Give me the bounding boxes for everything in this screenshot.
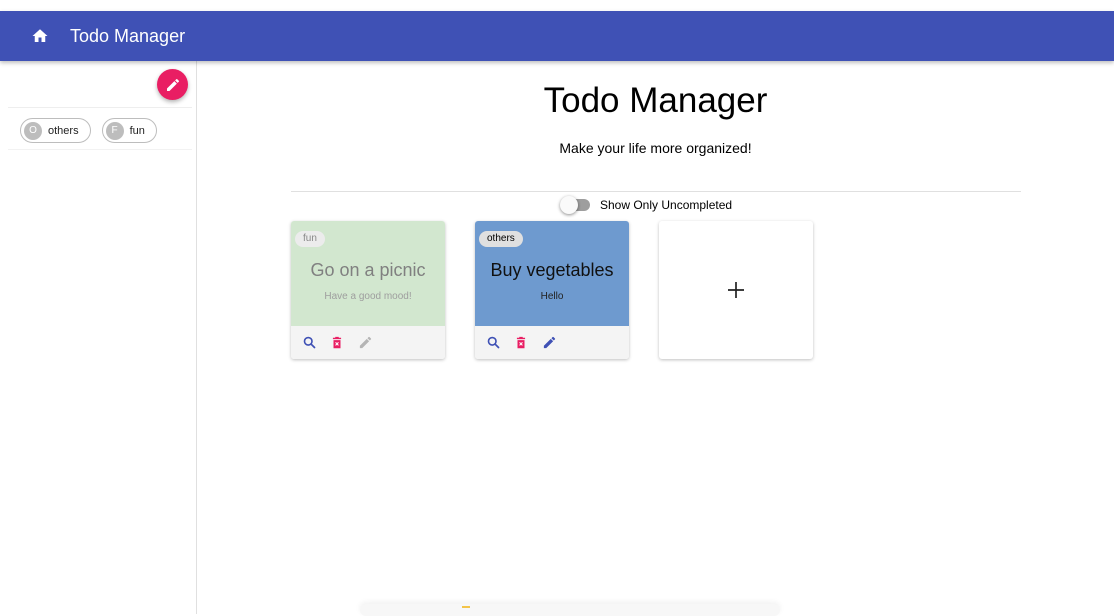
- todo-actions: [291, 326, 445, 359]
- sidebar-divider: [8, 107, 192, 108]
- todo-description: Have a good mood!: [324, 291, 412, 302]
- todo-card-body[interactable]: fun Go on a picnic Have a good mood!: [291, 221, 445, 326]
- pencil-icon[interactable]: [357, 335, 373, 351]
- filter-chip-fun[interactable]: F fun: [101, 118, 157, 143]
- bottom-overlay-mark: [462, 606, 470, 608]
- pencil-icon: [165, 77, 181, 93]
- chip-label: fun: [129, 124, 145, 137]
- home-icon[interactable]: [28, 24, 52, 48]
- todo-title: Go on a picnic: [310, 260, 426, 280]
- chip-avatar: O: [24, 121, 42, 140]
- todo-description: Hello: [540, 291, 564, 302]
- page-title: Todo Manager: [543, 81, 768, 120]
- main-content: Todo Manager Make your life more organiz…: [197, 61, 1114, 614]
- todo-card-body[interactable]: others Buy vegetables Hello: [475, 221, 629, 326]
- filter-chip-list: O others F fun: [20, 118, 157, 143]
- search-icon[interactable]: [301, 335, 317, 351]
- add-todo-button[interactable]: [659, 221, 813, 359]
- todo-title: Buy vegetables: [490, 260, 614, 280]
- todo-card[interactable]: fun Go on a picnic Have a good mood!: [291, 221, 445, 359]
- chip-avatar: F: [105, 121, 124, 140]
- todo-card[interactable]: others Buy vegetables Hello: [475, 221, 629, 359]
- plus-icon: [726, 280, 746, 300]
- toggle-thumb: [560, 196, 578, 214]
- todo-tag: others: [479, 231, 523, 247]
- delete-icon[interactable]: [513, 335, 529, 351]
- todo-tag: fun: [295, 231, 325, 247]
- todo-actions: [475, 326, 629, 359]
- section-divider: [291, 191, 1021, 192]
- app-title: Todo Manager: [70, 25, 186, 46]
- toggle-switch[interactable]: [560, 196, 590, 214]
- show-uncompleted-toggle[interactable]: Show Only Uncompleted: [560, 196, 733, 214]
- delete-icon[interactable]: [329, 335, 345, 351]
- pencil-icon[interactable]: [541, 335, 557, 351]
- chip-label: others: [48, 124, 79, 137]
- top-strip: [0, 0, 1114, 11]
- sidebar: O others F fun: [0, 61, 197, 614]
- sidebar-divider: [8, 149, 192, 150]
- search-icon[interactable]: [485, 335, 501, 351]
- filter-chip-others[interactable]: O others: [20, 118, 91, 143]
- bottom-overlay: [360, 604, 780, 616]
- app-bar: Todo Manager: [0, 11, 1114, 61]
- toggle-label: Show Only Uncompleted: [600, 198, 733, 212]
- edit-filters-button[interactable]: [157, 69, 188, 100]
- page-subtitle: Make your life more organized!: [559, 140, 752, 156]
